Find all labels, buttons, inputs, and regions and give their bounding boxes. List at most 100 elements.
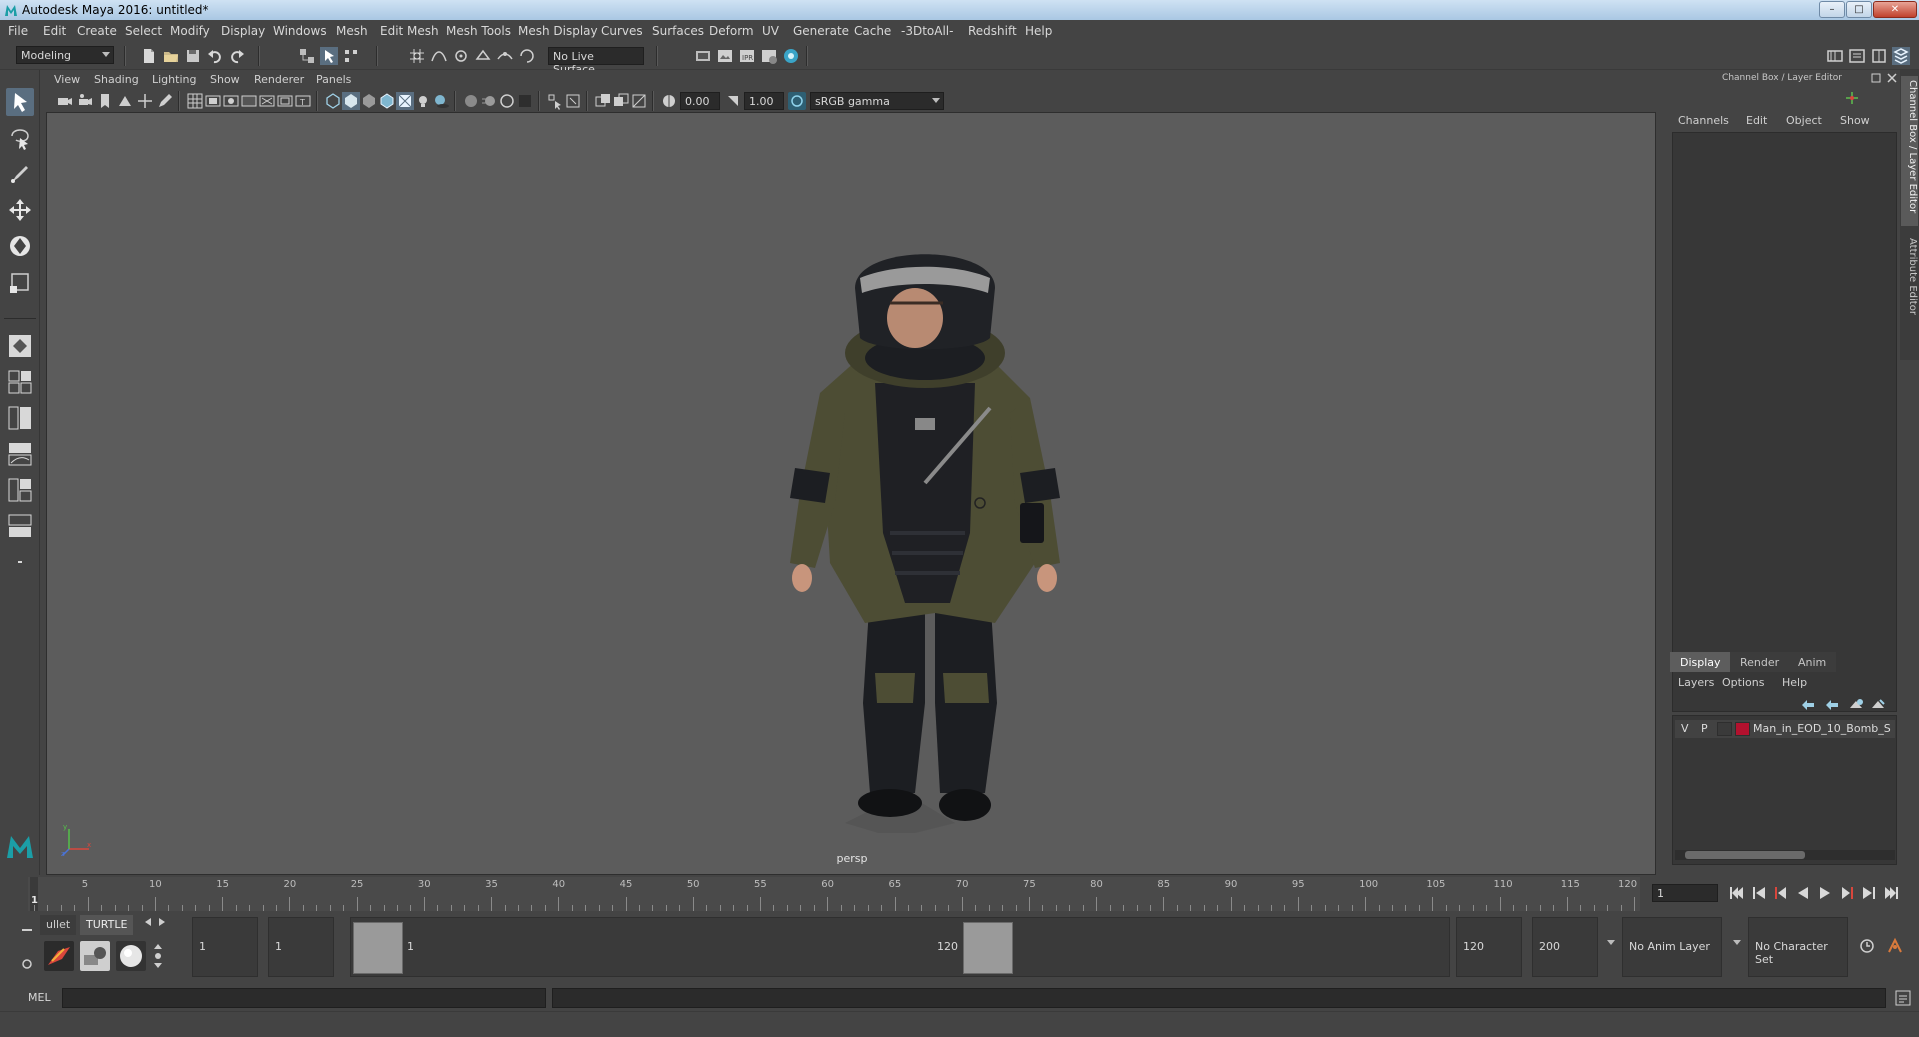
cb-menu-object[interactable]: Object bbox=[1786, 114, 1822, 127]
panel-menu-lighting[interactable]: Lighting bbox=[152, 73, 196, 86]
anti-aliasing-icon[interactable] bbox=[498, 92, 516, 110]
menu-help[interactable]: Help bbox=[1025, 24, 1052, 38]
menu-uv[interactable]: UV bbox=[762, 24, 779, 38]
wireframe-icon[interactable] bbox=[324, 92, 342, 110]
cb-menu-channels[interactable]: Channels bbox=[1678, 114, 1729, 127]
hypershade-layout-icon[interactable] bbox=[6, 476, 34, 504]
command-input[interactable] bbox=[62, 988, 546, 1008]
snap-view-plane-icon[interactable] bbox=[474, 47, 492, 65]
step-forward-key-icon[interactable] bbox=[1838, 884, 1856, 902]
color-management-icon[interactable] bbox=[788, 92, 806, 110]
playback-end-field[interactable]: 120 bbox=[1456, 917, 1522, 977]
camera-select-icon[interactable] bbox=[56, 92, 74, 110]
turtle-bake-icon[interactable] bbox=[80, 941, 110, 971]
undo-icon[interactable] bbox=[206, 47, 224, 65]
chevron-down-icon[interactable] bbox=[1606, 937, 1616, 947]
single-perspective-layout-icon[interactable] bbox=[6, 332, 34, 360]
render-settings-icon[interactable] bbox=[760, 47, 778, 65]
field-chart-icon[interactable] bbox=[258, 92, 276, 110]
menu-edit[interactable]: Edit bbox=[43, 24, 66, 38]
redo-icon[interactable] bbox=[228, 47, 246, 65]
menu-modify[interactable]: Modify bbox=[170, 24, 210, 38]
default-lighting-icon[interactable] bbox=[360, 92, 378, 110]
menu-mesh-tools[interactable]: Mesh Tools bbox=[446, 24, 511, 38]
exposure-icon[interactable] bbox=[660, 92, 678, 110]
layer-visibility-toggle[interactable]: V bbox=[1681, 722, 1689, 735]
panel-menu-view[interactable]: View bbox=[54, 73, 80, 86]
minimize-button[interactable]: – bbox=[1819, 1, 1845, 18]
menu-3dtoall[interactable]: -3DtoAll- bbox=[901, 24, 953, 38]
gate-mask-icon[interactable] bbox=[240, 92, 258, 110]
eod-bomb-suit-model[interactable] bbox=[775, 233, 1095, 833]
go-to-end-icon[interactable] bbox=[1882, 884, 1900, 902]
image-plane-icon[interactable] bbox=[116, 92, 134, 110]
move-layer-down-icon[interactable] bbox=[1824, 698, 1840, 712]
hypershade-icon[interactable] bbox=[782, 47, 800, 65]
anim-layer-dropdown[interactable]: No Anim Layer bbox=[1622, 917, 1722, 977]
select-object-icon[interactable] bbox=[320, 47, 338, 65]
xray-icon[interactable] bbox=[564, 92, 582, 110]
menu-surfaces[interactable]: Surfaces bbox=[652, 24, 704, 38]
gamma-field[interactable]: 1.00 bbox=[744, 92, 784, 110]
menu-curves[interactable]: Curves bbox=[601, 24, 643, 38]
animation-end-field[interactable]: 200 bbox=[1532, 917, 1598, 977]
le-menu-options[interactable]: Options bbox=[1722, 676, 1764, 689]
range-end-handle[interactable] bbox=[963, 922, 1013, 974]
menu-windows[interactable]: Windows bbox=[273, 24, 327, 38]
close-panel-icon[interactable] bbox=[1886, 72, 1898, 84]
shelf-settings-icon[interactable] bbox=[20, 957, 34, 971]
tab-channel-box-layer-editor[interactable]: Channel Box / Layer Editor bbox=[1901, 76, 1918, 226]
tab-anim[interactable]: Anim bbox=[1788, 652, 1837, 672]
chevron-down-icon[interactable] bbox=[1732, 937, 1742, 947]
smooth-shade-icon[interactable] bbox=[342, 92, 360, 110]
shelf-scroll-right-icon[interactable] bbox=[158, 917, 166, 927]
modeling-toolkit-icon[interactable] bbox=[1826, 47, 1844, 65]
snap-point-icon[interactable] bbox=[452, 47, 470, 65]
view-transform-dropdown[interactable]: sRGB gamma bbox=[810, 92, 944, 110]
persp-graph-layout-icon[interactable] bbox=[6, 440, 34, 468]
maximize-button[interactable]: □ bbox=[1846, 1, 1872, 18]
snap-curve-icon[interactable] bbox=[430, 47, 448, 65]
step-back-key-icon[interactable] bbox=[1772, 884, 1790, 902]
panel-menu-shading[interactable]: Shading bbox=[94, 73, 139, 86]
open-scene-icon[interactable] bbox=[162, 47, 180, 65]
2d-pan-zoom-icon[interactable] bbox=[136, 92, 154, 110]
grid-toggle-icon[interactable] bbox=[186, 92, 204, 110]
save-scene-icon[interactable] bbox=[184, 47, 202, 65]
bookmark-icon[interactable] bbox=[96, 92, 114, 110]
menu-mesh[interactable]: Mesh bbox=[336, 24, 368, 38]
xray-joints-icon[interactable] bbox=[612, 92, 630, 110]
more-layouts-icon[interactable] bbox=[6, 548, 34, 576]
shelf-tab-turtle[interactable]: TURTLE bbox=[80, 915, 134, 935]
screen-space-ao-icon[interactable] bbox=[462, 92, 480, 110]
perspective-viewport[interactable]: y x z persp bbox=[46, 112, 1656, 875]
snap-grid-icon[interactable] bbox=[408, 47, 426, 65]
rotate-tool-icon[interactable] bbox=[6, 232, 34, 260]
make-live-icon[interactable] bbox=[518, 47, 536, 65]
new-scene-icon[interactable] bbox=[140, 47, 158, 65]
step-forward-frame-icon[interactable] bbox=[1860, 884, 1878, 902]
shadows-icon[interactable] bbox=[432, 92, 450, 110]
turtle-surface-icon[interactable] bbox=[116, 941, 146, 971]
ipr-render-icon[interactable]: IPR bbox=[738, 47, 756, 65]
camera-attributes-icon[interactable] bbox=[76, 92, 94, 110]
le-menu-help[interactable]: Help bbox=[1782, 676, 1807, 689]
safe-action-icon[interactable] bbox=[276, 92, 294, 110]
layer-list-scrollbar[interactable] bbox=[1675, 850, 1895, 860]
go-to-start-icon[interactable] bbox=[1728, 884, 1746, 902]
select-hierarchy-icon[interactable] bbox=[298, 47, 316, 65]
turtle-render-icon[interactable] bbox=[44, 941, 74, 971]
select-tool-icon[interactable] bbox=[6, 88, 34, 116]
menu-cache[interactable]: Cache bbox=[854, 24, 891, 38]
menu-generate[interactable]: Generate bbox=[793, 24, 849, 38]
tab-display[interactable]: Display bbox=[1670, 652, 1731, 672]
four-view-layout-icon[interactable] bbox=[6, 368, 34, 396]
shelf-tab-bullet[interactable]: ullet bbox=[40, 915, 77, 935]
backface-culling-icon[interactable] bbox=[630, 92, 648, 110]
step-back-frame-icon[interactable] bbox=[1750, 884, 1768, 902]
live-surface-field[interactable]: No Live Surface bbox=[548, 47, 644, 76]
manipulator-icon[interactable] bbox=[1844, 90, 1860, 106]
new-layer-from-selection-icon[interactable] bbox=[1870, 698, 1886, 712]
scrollbar-thumb[interactable] bbox=[1685, 851, 1805, 859]
panel-menu-show[interactable]: Show bbox=[210, 73, 240, 86]
